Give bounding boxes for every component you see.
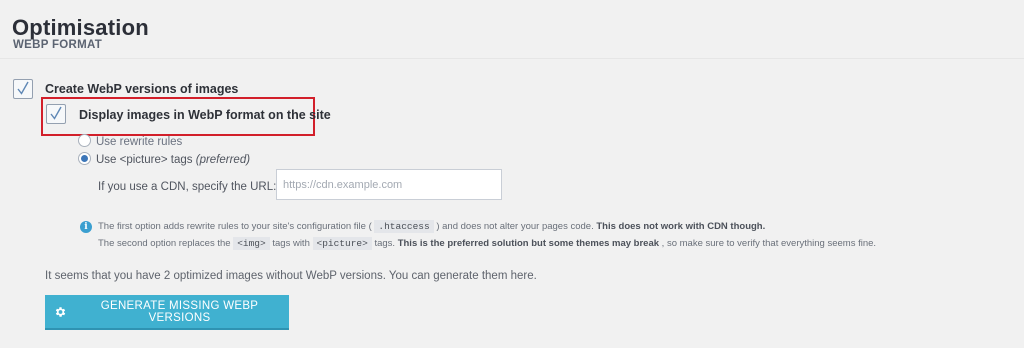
cdn-url-label: If you use a CDN, specify the URL: [98,181,277,193]
picture-tags-label[interactable]: Use <picture> tags (preferred) [96,154,250,166]
optimisation-panel: Optimisation WEBP FORMAT Create WebP ver… [0,0,1024,348]
picture-tags-text: Use <picture> tags [96,154,193,166]
generate-missing-webp-button[interactable]: GENERATE MISSING WEBP VERSIONS [45,295,289,330]
gear-icon [55,306,66,317]
display-webp-checkbox[interactable] [46,104,66,124]
page-title: Optimisation [12,15,149,40]
code-htaccess: .htaccess [374,220,434,233]
picture-tags-radio[interactable] [78,152,91,165]
rewrite-rules-label[interactable]: Use rewrite rules [96,136,182,148]
info-line-2: The second option replaces the <img> tag… [98,237,877,250]
info-line-1: The first option adds rewrite rules to y… [98,220,766,233]
checkmark-icon [50,106,62,120]
divider [0,58,1024,59]
info-text: tags with [272,238,313,249]
info-bold-text: This is the preferred solution but some … [397,238,660,249]
info-text: The first option adds rewrite rules to y… [98,221,372,232]
display-webp-label[interactable]: Display images in WebP format on the sit… [79,108,331,122]
info-text: tags. [374,238,398,249]
missing-webp-notice: It seems that you have 2 optimized image… [45,270,537,282]
section-subtitle: WEBP FORMAT [13,39,103,51]
cdn-url-input[interactable] [276,169,502,200]
radio-selected-dot [81,155,88,162]
create-webp-label[interactable]: Create WebP versions of images [45,82,238,96]
info-icon: i [80,221,92,233]
code-img: <img> [233,237,270,250]
create-webp-checkbox[interactable] [13,79,33,99]
info-bold-text: This does not work with CDN though. [596,221,766,232]
preferred-suffix: (preferred) [195,154,251,166]
generate-button-label: GENERATE MISSING WEBP VERSIONS [100,299,259,324]
code-picture: <picture> [312,237,372,250]
rewrite-rules-radio[interactable] [78,134,91,147]
checkmark-icon [17,81,29,95]
info-text: The second option replaces the [98,238,234,249]
info-text: , so make sure to verify that everything… [661,238,877,249]
info-text: ) and does not alter your pages code. [436,221,597,232]
